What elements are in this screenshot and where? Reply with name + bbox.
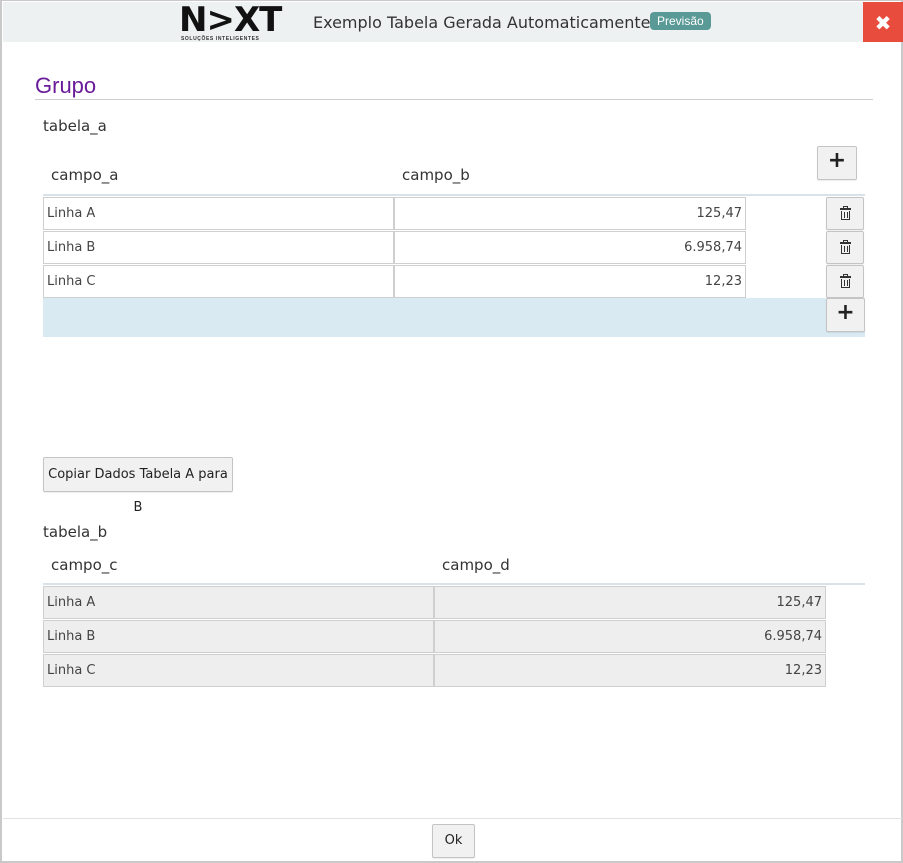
tabela-b-header-campo-d: campo_d [442,556,510,574]
trash-icon [839,240,851,254]
copy-table-a-to-b-button[interactable]: Copiar Dados Tabela A para B [43,457,233,515]
tabela-b-row-2-campo-d: 6.958,74 [434,620,826,653]
preview-badge: Previsão [650,12,711,30]
tabela-a-row-1-campo-a[interactable]: Linha A [43,197,394,230]
tabela-b-row-1-campo-c: Linha A [43,586,434,619]
tabela-a-header-divider [43,194,865,196]
tabela-a-row-3-campo-a[interactable]: Linha C [43,265,394,298]
tabela-b-row-3-campo-d: 12,23 [434,654,826,687]
window-title: Exemplo Tabela Gerada Automaticamente [313,13,651,32]
tabela-a-header-campo-b: campo_b [402,166,470,184]
tabela-b-row-3-campo-c: Linha C [43,654,434,687]
logo-text: N>XT [179,0,282,40]
tabela-a-row-3-delete-button[interactable] [826,265,864,298]
tabela-a-header-campo-a: campo_a [51,166,119,184]
title-bar: N>XT SOLUÇÕES INTELIGENTES Exemplo Tabel… [3,0,902,43]
group-divider [35,99,873,100]
plus-icon: + [836,300,855,325]
trash-icon [839,206,851,220]
tabela-a-add-button[interactable]: + [817,146,857,180]
dialog-window: N>XT SOLUÇÕES INTELIGENTES Exemplo Tabel… [0,0,903,863]
tabela-b-row-1-campo-d: 125,47 [434,586,826,619]
ok-button[interactable]: Ok [432,824,475,858]
tabela-a-row-1-delete-button[interactable] [826,197,864,230]
close-icon: ✖ [874,11,892,35]
close-button[interactable]: ✖ [863,2,903,42]
tabela-b-header-campo-c: campo_c [51,556,118,574]
tabela-b-header-divider [43,583,865,585]
tabela-b-label: tabela_b [43,523,108,541]
footer-divider [3,818,902,819]
logo: N>XT SOLUÇÕES INTELIGENTES [176,0,286,43]
tabela-a-new-row [43,298,865,337]
logo-subtitle: SOLUÇÕES INTELIGENTES [181,36,260,42]
tabela-a-label: tabela_a [43,117,107,135]
tabela-a-row-2-campo-b[interactable]: 6.958,74 [394,231,746,264]
tabela-a-row-1-campo-b[interactable]: 125,47 [394,197,746,230]
plus-icon: + [827,148,847,173]
tabela-b-row-2-campo-c: Linha B [43,620,434,653]
group-title: Grupo [35,73,97,98]
tabela-a-add-row-button[interactable]: + [826,298,865,332]
tabela-a-row-2-delete-button[interactable] [826,231,864,264]
tabela-a-row-2-campo-a[interactable]: Linha B [43,231,394,264]
tabela-a-row-3-campo-b[interactable]: 12,23 [394,265,746,298]
trash-icon [839,274,851,288]
